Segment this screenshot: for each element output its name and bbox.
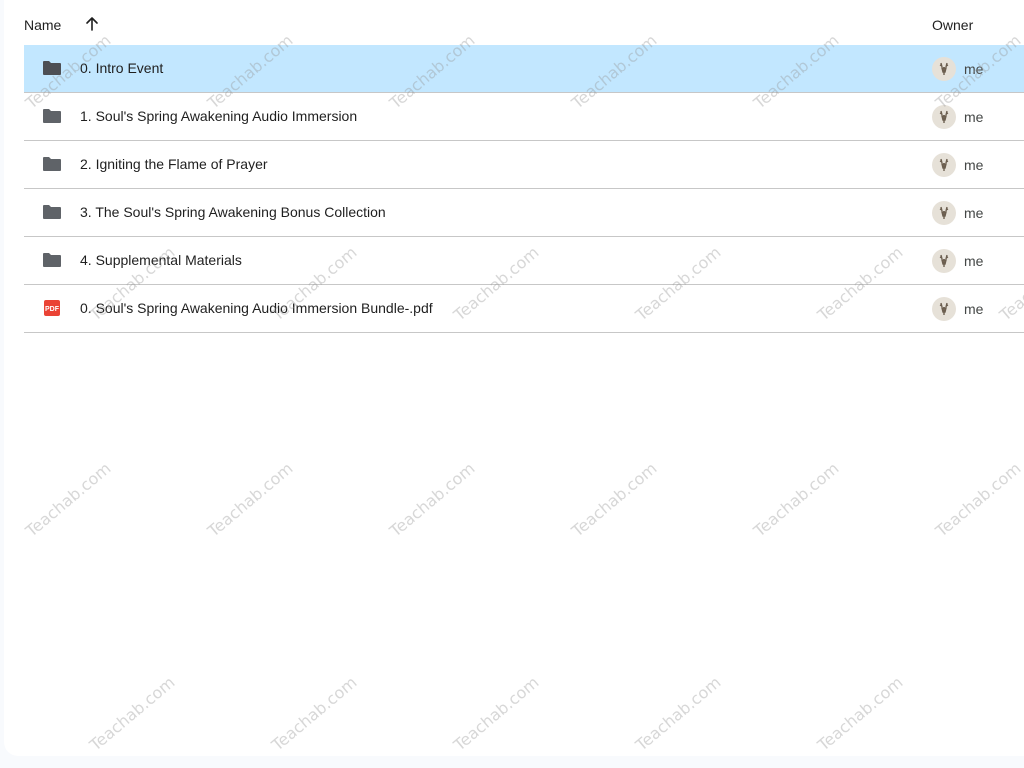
pdf-icon: PDF (41, 299, 63, 317)
deer-icon (939, 302, 949, 315)
file-row[interactable]: 2. Igniting the Flame of Prayer me (24, 141, 1024, 189)
avatar (932, 201, 956, 225)
file-name: 0. Soul's Spring Awakening Audio Immersi… (80, 300, 433, 316)
avatar (932, 57, 956, 81)
avatar (932, 153, 956, 177)
file-row[interactable]: PDF 0. Soul's Spring Awakening Audio Imm… (24, 285, 1024, 333)
name-column-header[interactable]: Name (24, 17, 61, 33)
folder-icon (41, 107, 63, 125)
arrow-upward-icon (86, 17, 98, 31)
file-row[interactable]: 4. Supplemental Materials me (24, 237, 1024, 285)
deer-icon (939, 110, 949, 123)
deer-icon (939, 158, 949, 171)
file-row[interactable]: 1. Soul's Spring Awakening Audio Immersi… (24, 93, 1024, 141)
file-list-panel: Name Owner 0. Intro Event me 1. Soul's S… (4, 0, 1024, 756)
list-header: Name Owner (24, 0, 1024, 46)
deer-icon (939, 254, 949, 267)
file-row[interactable]: 3. The Soul's Spring Awakening Bonus Col… (24, 189, 1024, 237)
file-list: 0. Intro Event me 1. Soul's Spring Awake… (24, 45, 1024, 333)
avatar (932, 105, 956, 129)
file-row[interactable]: 0. Intro Event me (24, 45, 1024, 93)
pdf-badge-label: PDF (45, 306, 60, 313)
folder-icon (41, 155, 63, 173)
owner-name: me (964, 157, 984, 173)
folder-icon (41, 59, 63, 77)
avatar (932, 297, 956, 321)
avatar (932, 249, 956, 273)
owner-column-header[interactable]: Owner (932, 17, 973, 33)
file-name: 4. Supplemental Materials (80, 252, 242, 268)
owner-name: me (964, 253, 984, 269)
deer-icon (939, 206, 949, 219)
owner-name: me (964, 109, 984, 125)
deer-icon (939, 62, 949, 75)
file-name: 0. Intro Event (80, 60, 164, 76)
owner-name: me (964, 301, 984, 317)
owner-name: me (964, 61, 984, 77)
file-name: 1. Soul's Spring Awakening Audio Immersi… (80, 108, 358, 124)
folder-icon (41, 203, 63, 221)
sort-ascending-button[interactable] (80, 12, 104, 36)
file-name: 3. The Soul's Spring Awakening Bonus Col… (80, 204, 386, 220)
owner-name: me (964, 205, 984, 221)
file-name: 2. Igniting the Flame of Prayer (80, 156, 268, 172)
folder-icon (41, 251, 63, 269)
